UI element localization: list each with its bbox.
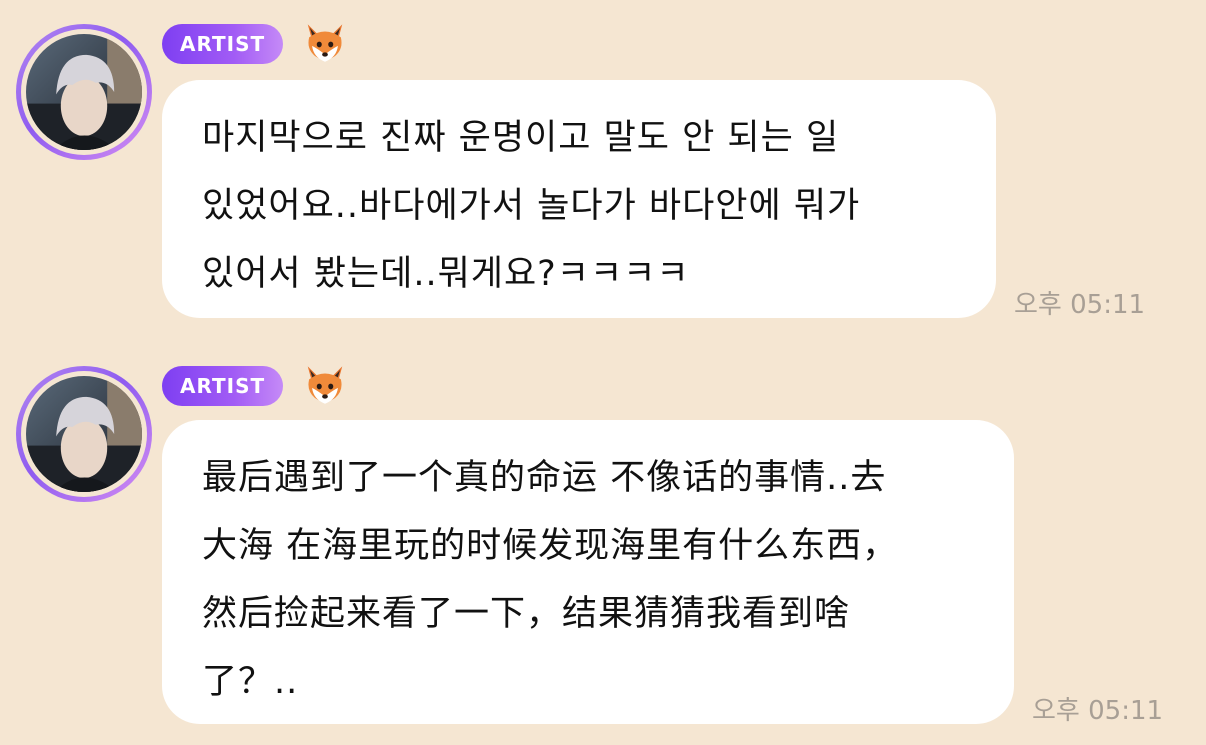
message-timestamp: 오후 05:11 [1014,290,1146,320]
fox-icon [302,20,348,66]
fox-icon [302,362,348,408]
avatar[interactable] [16,24,152,160]
message-text-line: 了？.. [202,662,299,702]
message-text-line: 最后遇到了一个真的命运 不像话的事情..去 [202,458,887,498]
message-row: ARTIST 마지막으로 진짜 운명이고 말도 안 되는 일 있었어요..바다에… [0,24,1206,324]
message-row: ARTIST 最后遇到了一个真的命运 不像话的事情..去 大海 在海里玩的时候发… [0,366,1206,736]
message-bubble[interactable]: 最后遇到了一个真的命运 不像话的事情..去 大海 在海里玩的时候发现海里有什么东… [162,420,1014,724]
artist-badge: ARTIST [162,366,284,406]
message-text-line: 있어서 봤는데..뭐게요?ㅋㅋㅋㅋ [202,254,690,294]
message-text-line: 大海 在海里玩的时候发现海里有什么东西， [202,526,899,566]
message-text-line: 있었어요..바다에가서 놀다가 바다안에 뭐가 [202,186,861,226]
message-text-line: 마지막으로 진짜 운명이고 말도 안 되는 일 [202,118,840,158]
artist-photo-icon [26,376,142,492]
artist-badge: ARTIST [162,24,284,64]
avatar[interactable] [16,366,152,502]
artist-photo-icon [26,34,142,150]
message-text-line: 然后捡起来看了一下，结果猜猜我看到啥 [202,594,851,634]
message-bubble[interactable]: 마지막으로 진짜 운명이고 말도 안 되는 일 있었어요..바다에가서 놀다가 … [162,80,996,318]
message-timestamp: 오후 05:11 [1032,696,1164,726]
